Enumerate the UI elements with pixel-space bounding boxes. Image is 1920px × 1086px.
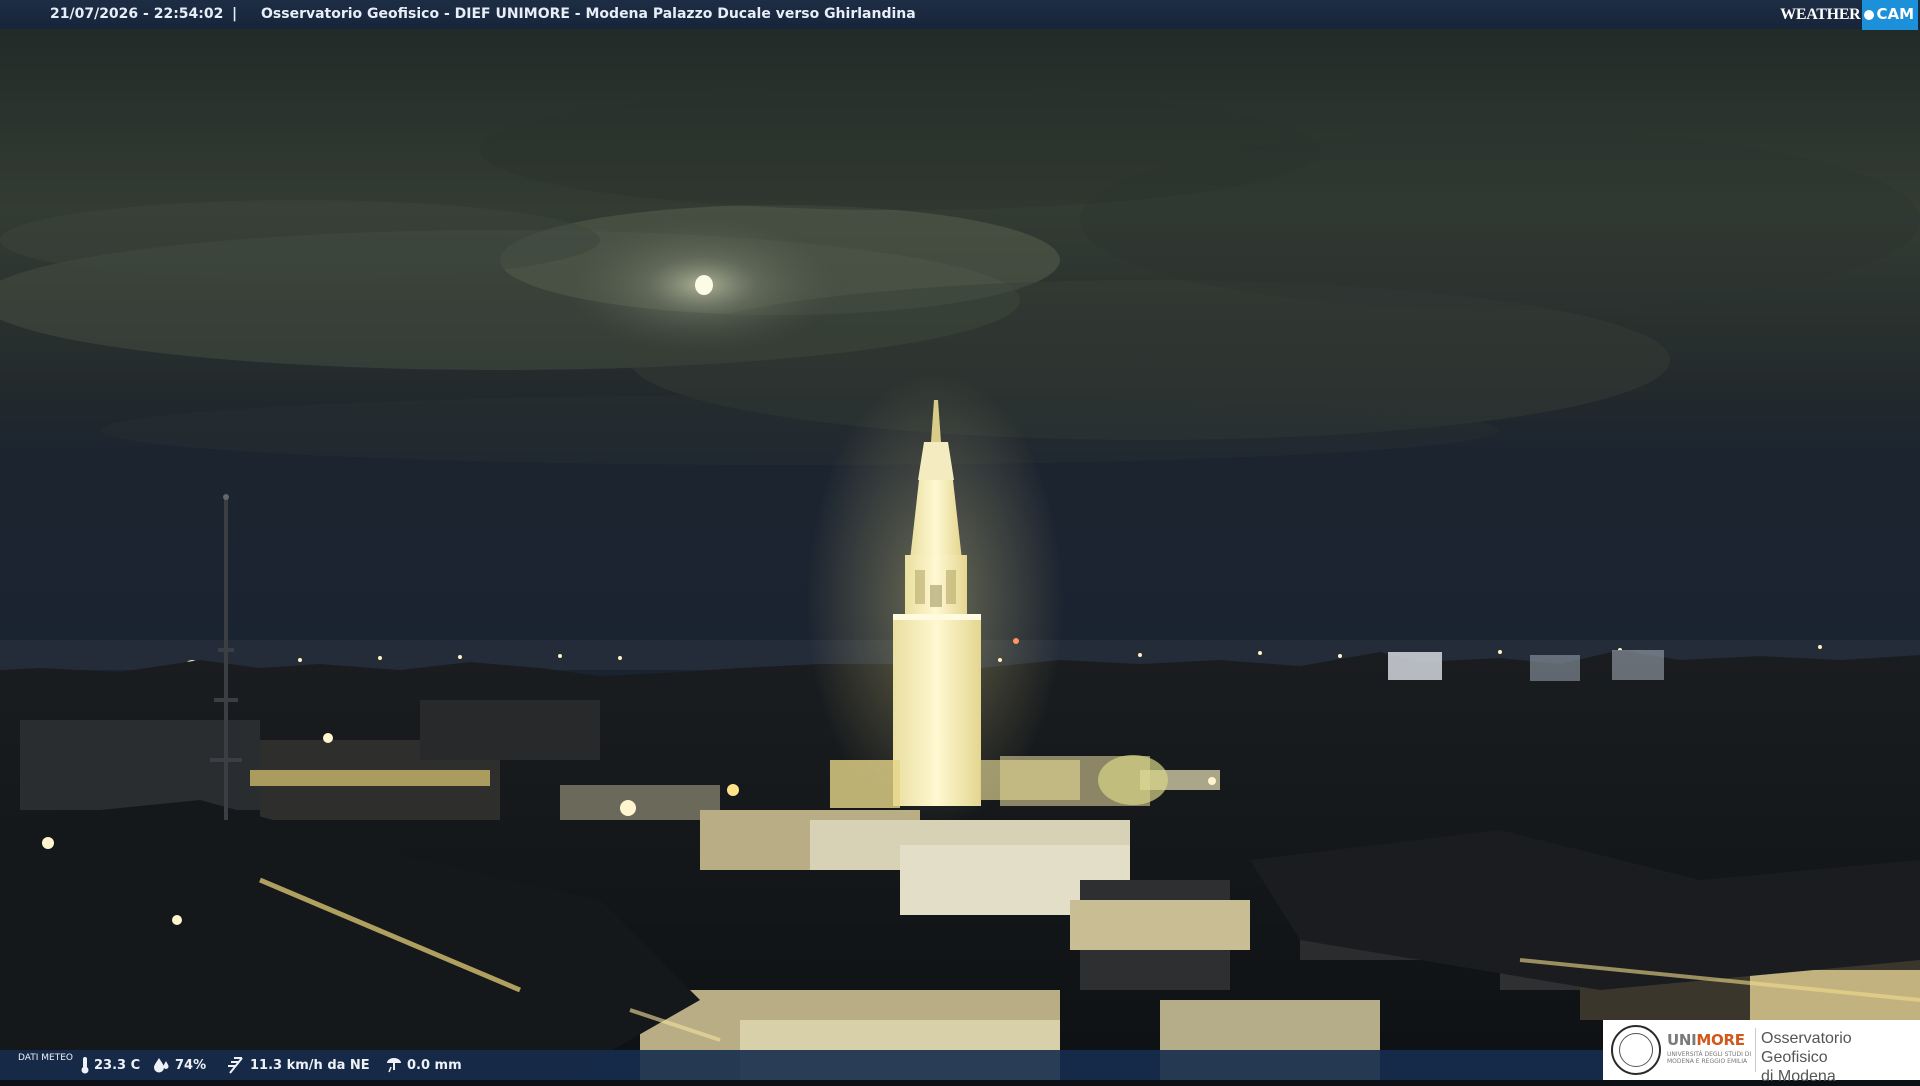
observatory-line1: Osservatorio Geofisico <box>1761 1030 1852 1066</box>
university-subtitle: UNIVERSITÀ DEGLI STUDI DI MODENA E REGGI… <box>1667 1051 1752 1065</box>
humidity-icon <box>154 1058 169 1073</box>
logo-divider <box>1755 1028 1756 1072</box>
camera-title: Osservatorio Geofisico - DIEF UNIMORE - … <box>261 6 916 22</box>
observatory-name: Osservatorio Geofisico di Modena <box>1761 1029 1920 1086</box>
weathercam-logo: WEATHER CAM <box>1780 0 1918 30</box>
thermometer-icon <box>81 1057 89 1074</box>
unimore-wordmark: UNIMORE <box>1667 1031 1745 1049</box>
wind-value: 11.3 km/h da NE <box>250 1057 370 1073</box>
webcam-scene <box>0 0 1920 1080</box>
humidity-value: 74% <box>175 1057 207 1073</box>
weather-label: DATI METEO <box>18 1053 73 1063</box>
temperature-metric: 23.3 C <box>80 1050 140 1080</box>
rain-value: 0.0 mm <box>407 1057 462 1073</box>
university-seal-icon <box>1611 1025 1661 1075</box>
timestamp: 21/07/2026 - 22:54:02 <box>50 6 224 22</box>
brand-dot-icon <box>1864 9 1875 20</box>
brand-cam-badge: CAM <box>1862 0 1918 30</box>
temperature-value: 23.3 C <box>94 1057 141 1073</box>
wind-icon <box>228 1057 243 1074</box>
rain-gauge-icon <box>387 1058 401 1073</box>
brand-weather: WEATHER <box>1780 6 1861 23</box>
humidity-metric: 74% <box>153 1050 206 1080</box>
observatory-line2: di Modena <box>1761 1068 1836 1085</box>
rain-metric: 0.0 mm <box>385 1050 462 1080</box>
moon <box>695 275 713 295</box>
wind-metric: 11.3 km/h da NE <box>226 1050 370 1080</box>
unimore-logo-panel: UNIMORE UNIVERSITÀ DEGLI STUDI DI MODENA… <box>1603 1020 1920 1085</box>
weather-data-bar: DATI METEO 23.3 C 74% 11.3 km/h da NE 0.… <box>0 1050 1603 1080</box>
header-separator: | <box>232 6 238 22</box>
header-bar: 21/07/2026 - 22:54:02 | Osservatorio Geo… <box>0 0 1920 30</box>
brand-cam: CAM <box>1876 5 1914 23</box>
